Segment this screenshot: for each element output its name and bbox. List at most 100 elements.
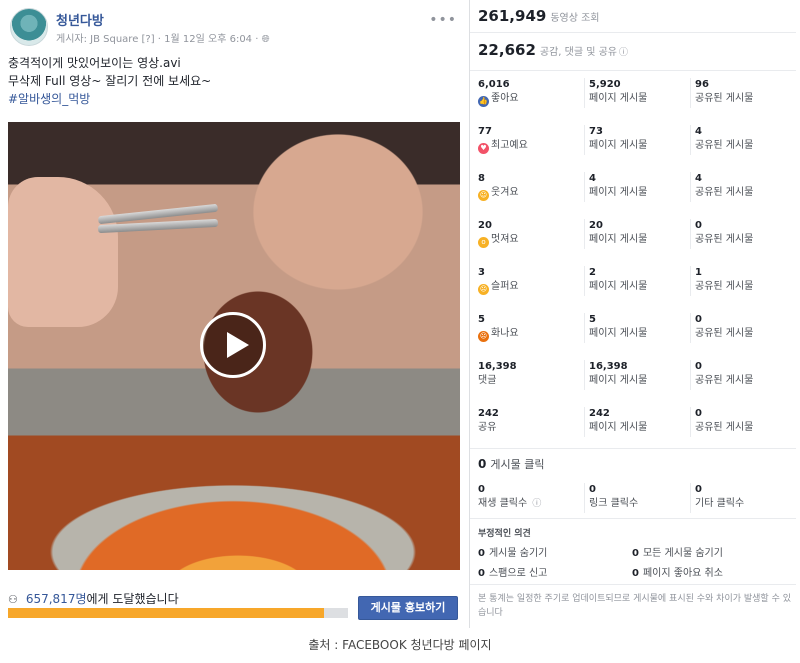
reaction-total: 16,398 댓글 bbox=[478, 360, 574, 388]
video-player[interactable] bbox=[8, 122, 460, 570]
unlike-page-value: 0 bbox=[632, 568, 639, 579]
post-clicks-count: 0 bbox=[478, 457, 487, 471]
stats-note: 본 통계는 일정한 주기로 업데이트되므로 게시물에 표시된 수와 차이가 발생… bbox=[478, 594, 791, 618]
post-meta: 게시자: JB Square [?] · 1월 12일 오후 6:04 · 🌐︎ bbox=[56, 30, 270, 45]
reaction-total-value: 5 bbox=[478, 314, 485, 325]
hashtag-link[interactable]: #알바생의_먹방 bbox=[8, 90, 211, 108]
page-name-link[interactable]: 청년다방 bbox=[56, 10, 104, 29]
info-icon[interactable]: ⓘ bbox=[532, 497, 541, 511]
people-icon: ⚇ bbox=[8, 593, 18, 606]
globe-icon: 🌐︎ bbox=[261, 34, 270, 45]
wow-icon: o bbox=[478, 237, 489, 248]
play-button-icon[interactable] bbox=[200, 312, 266, 378]
reaction-total-label: ♥ 최고예요 bbox=[478, 139, 574, 154]
reaction-total-value: 77 bbox=[478, 126, 492, 137]
page-posts-count-label: 페이지 게시물 bbox=[589, 139, 680, 153]
shared-posts-count: 0 공유된 게시물 bbox=[690, 219, 796, 249]
shared-posts-count-value: 4 bbox=[695, 126, 702, 137]
play-clicks-label-text: 재생 클릭수 bbox=[478, 498, 528, 509]
reaction-row: 77 ♥ 최고예요 73 페이지 게시물 4 공유된 게시물 bbox=[478, 125, 796, 172]
reach-count: 657,817명 bbox=[25, 592, 87, 606]
shared-posts-count: 0 공유된 게시물 bbox=[690, 407, 796, 437]
page-posts-count: 20 페이지 게시물 bbox=[584, 219, 680, 249]
reaction-total-label: o 멋져요 bbox=[478, 233, 574, 248]
hide-post-label: 게시물 숨기기 bbox=[488, 548, 548, 559]
reaction-total: 242 공유 bbox=[478, 407, 574, 435]
angry-icon: ☹ bbox=[478, 331, 489, 342]
reactions-label: 공감, 댓글 및 공유 bbox=[539, 47, 618, 58]
page-posts-count-value: 4 bbox=[589, 173, 596, 184]
unlike-page-label: 페이지 좋아요 취소 bbox=[642, 568, 723, 579]
reach-progress-bar bbox=[8, 608, 348, 618]
divider bbox=[470, 584, 796, 585]
video-views-count: 261,949 bbox=[478, 7, 547, 25]
reaction-total-label-text: 댓글 bbox=[478, 375, 497, 386]
shared-posts-count-label: 공유된 게시물 bbox=[695, 186, 796, 200]
reaction-row: 20 o 멋져요 20 페이지 게시물 0 공유된 게시물 bbox=[478, 219, 796, 266]
promote-post-button[interactable]: 게시물 홍보하기 bbox=[358, 596, 458, 620]
more-options-icon[interactable]: ••• bbox=[429, 12, 457, 28]
report-spam-stat: 0 스팸으로 신고 bbox=[478, 564, 547, 579]
post-clicks-stat: 0 게시물 클릭 bbox=[478, 456, 544, 472]
reaction-total-value: 8 bbox=[478, 173, 485, 184]
shared-posts-count: 0 공유된 게시물 bbox=[690, 360, 796, 390]
page-posts-count: 5 페이지 게시물 bbox=[584, 313, 680, 343]
page-posts-count-label-text: 페이지 게시물 bbox=[589, 187, 648, 198]
shared-posts-count-label-text: 공유된 게시물 bbox=[695, 328, 754, 339]
reaction-total: 5 ☹ 화나요 bbox=[478, 313, 574, 342]
insights-panel: 261,949 동영상 조회 22,662 공감, 댓글 및 공유 ⓘ 6,016 👍 좋… bbox=[470, 0, 796, 628]
shared-posts-count-label-text: 공유된 게시물 bbox=[695, 187, 754, 198]
page-posts-count-value: 16,398 bbox=[589, 361, 628, 372]
shared-posts-count-value: 0 bbox=[695, 408, 702, 419]
hide-all-label: 모든 게시물 숨기기 bbox=[642, 548, 723, 559]
page-posts-count: 16,398 페이지 게시물 bbox=[584, 360, 680, 390]
play-clicks: 0 재생 클릭수 ⓘ bbox=[478, 483, 574, 513]
video-views-label: 동영상 조회 bbox=[550, 13, 600, 24]
shared-posts-count: 0 공유된 게시물 bbox=[690, 313, 796, 343]
report-spam-value: 0 bbox=[478, 568, 485, 579]
love-icon: ♥ bbox=[478, 143, 489, 154]
shared-posts-count-label-text: 공유된 게시물 bbox=[695, 140, 754, 151]
page-avatar[interactable] bbox=[10, 8, 48, 46]
info-icon[interactable]: ⓘ bbox=[619, 45, 628, 58]
shared-posts-count-label-text: 공유된 게시물 bbox=[695, 234, 754, 245]
other-clicks-value: 0 bbox=[695, 484, 702, 495]
page-posts-count-value: 20 bbox=[589, 220, 603, 231]
reaction-total-label: ☹ 화나요 bbox=[478, 327, 574, 342]
page-posts-count-label-text: 페이지 게시물 bbox=[589, 140, 648, 151]
shared-posts-count-label: 공유된 게시물 bbox=[695, 92, 796, 106]
page-posts-count-value: 2 bbox=[589, 267, 596, 278]
other-clicks: 0 기타 클릭수 bbox=[690, 483, 796, 513]
reactions-total: 22,662 bbox=[478, 41, 536, 59]
shared-posts-count-label-text: 공유된 게시물 bbox=[695, 422, 754, 433]
link-clicks: 0 링크 클릭수 bbox=[584, 483, 680, 513]
post-clicks-label: 게시물 클릭 bbox=[490, 458, 545, 471]
negative-feedback-title: 부정적인 의견 bbox=[478, 529, 531, 539]
reaction-row: 6,016 👍 좋아요 5,920 페이지 게시물 96 공유된 게시물 bbox=[478, 78, 796, 125]
reaction-total-label-text: 슬퍼요 bbox=[491, 281, 519, 292]
post-caption: 충격적이게 맛있어보이는 영상.avi 무삭제 Full 영상~ 잘리기 전에 … bbox=[8, 54, 211, 108]
page-posts-count-label: 페이지 게시물 bbox=[589, 92, 680, 106]
reactions-stat: 22,662 공감, 댓글 및 공유 ⓘ bbox=[478, 40, 628, 59]
clicks-breakdown: 0 재생 클릭수 ⓘ 0 링크 클릭수 0 기타 클릭수 bbox=[478, 483, 796, 513]
shared-posts-count-value: 0 bbox=[695, 314, 702, 325]
reaction-total: 3 ☹ 슬퍼요 bbox=[478, 266, 574, 295]
reactions-breakdown: 6,016 👍 좋아요 5,920 페이지 게시물 96 공유된 게시물 77 ♥ 최고예요 73 페… bbox=[478, 78, 796, 454]
reaction-total-value: 3 bbox=[478, 267, 485, 278]
report-spam-label: 스팸으로 신고 bbox=[488, 568, 548, 579]
unlike-page-stat: 0 페이지 좋아요 취소 bbox=[632, 564, 723, 579]
play-clicks-value: 0 bbox=[478, 484, 485, 495]
reaction-row: 5 ☹ 화나요 5 페이지 게시물 0 공유된 게시물 bbox=[478, 313, 796, 360]
reaction-total-label-text: 화나요 bbox=[491, 328, 519, 339]
shared-posts-count-label-text: 공유된 게시물 bbox=[695, 93, 754, 104]
reaction-total-label: 👍 좋아요 bbox=[478, 92, 574, 107]
reaction-total-label-text: 좋아요 bbox=[491, 93, 519, 104]
page-posts-count-label-text: 페이지 게시물 bbox=[589, 234, 648, 245]
shared-posts-count: 4 공유된 게시물 bbox=[690, 172, 796, 202]
page-posts-count-label-text: 페이지 게시물 bbox=[589, 422, 648, 433]
shared-posts-count-label: 공유된 게시물 bbox=[695, 139, 796, 153]
hide-all-posts-stat: 0 모든 게시물 숨기기 bbox=[632, 544, 723, 559]
reaction-row: 16,398 댓글 16,398 페이지 게시물 0 공유된 게시물 bbox=[478, 360, 796, 407]
page-posts-count-value: 5 bbox=[589, 314, 596, 325]
other-clicks-label: 기타 클릭수 bbox=[695, 498, 745, 509]
